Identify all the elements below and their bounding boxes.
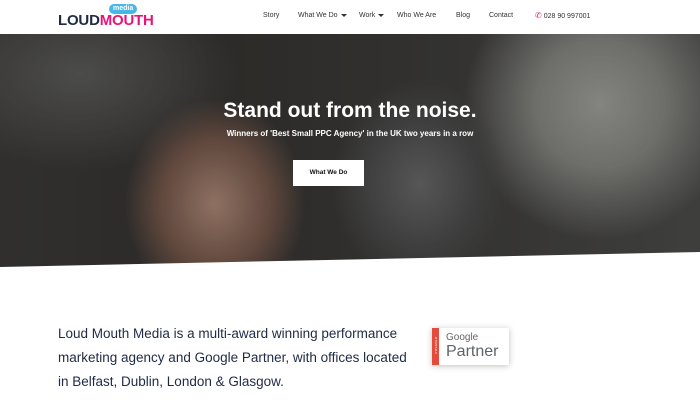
loudmouth-logo[interactable]: media LOUDMOUTH [58,4,154,30]
nav-item-blog[interactable]: Blog [456,10,470,22]
nav-item-label: What We Do [298,12,338,19]
logo-wordmark-part2: MOUTH [99,12,154,29]
chevron-down-icon [340,13,347,17]
hero-section: Stand out from the noise. Winners of 'Be… [0,34,700,286]
nav-item-who-we-are[interactable]: Who We Are [397,10,436,22]
phone-link[interactable]: ✆ 028 90 997001 [535,10,590,22]
nav-item-work[interactable]: Work [359,10,385,22]
nav-item-label: Contact [489,12,514,19]
logo-wordmark-part1: LOUD [58,12,100,29]
nav-item-story[interactable]: Story [263,10,279,22]
nav-item-label: Story [263,12,280,19]
google-wordmark: Google [446,332,479,343]
chevron-down-icon [378,13,385,17]
nav-item-label: Work [359,12,376,19]
nav-item-label: Who We Are [397,12,437,19]
nav-item-what-we-do[interactable]: What We Do [298,10,347,22]
intro-text: Loud Mouth Media is a multi-award winnin… [58,326,407,389]
nav-item-contact[interactable]: Contact [489,10,513,22]
logo-wordmark: LOUDMOUTH [58,13,154,29]
nav-item-label: Blog [456,12,471,19]
phone-number: 028 90 997001 [543,13,591,20]
partner-wordmark: Partner [446,343,499,360]
phone-icon: ✆ [535,11,542,20]
site-header: media LOUDMOUTH Story What We Do Work Wh… [0,0,700,34]
premier-label: PREMIER [434,336,438,354]
google-partner-badge: PREMIER Google Partner [432,328,509,365]
hero-slant-divider [0,252,700,286]
